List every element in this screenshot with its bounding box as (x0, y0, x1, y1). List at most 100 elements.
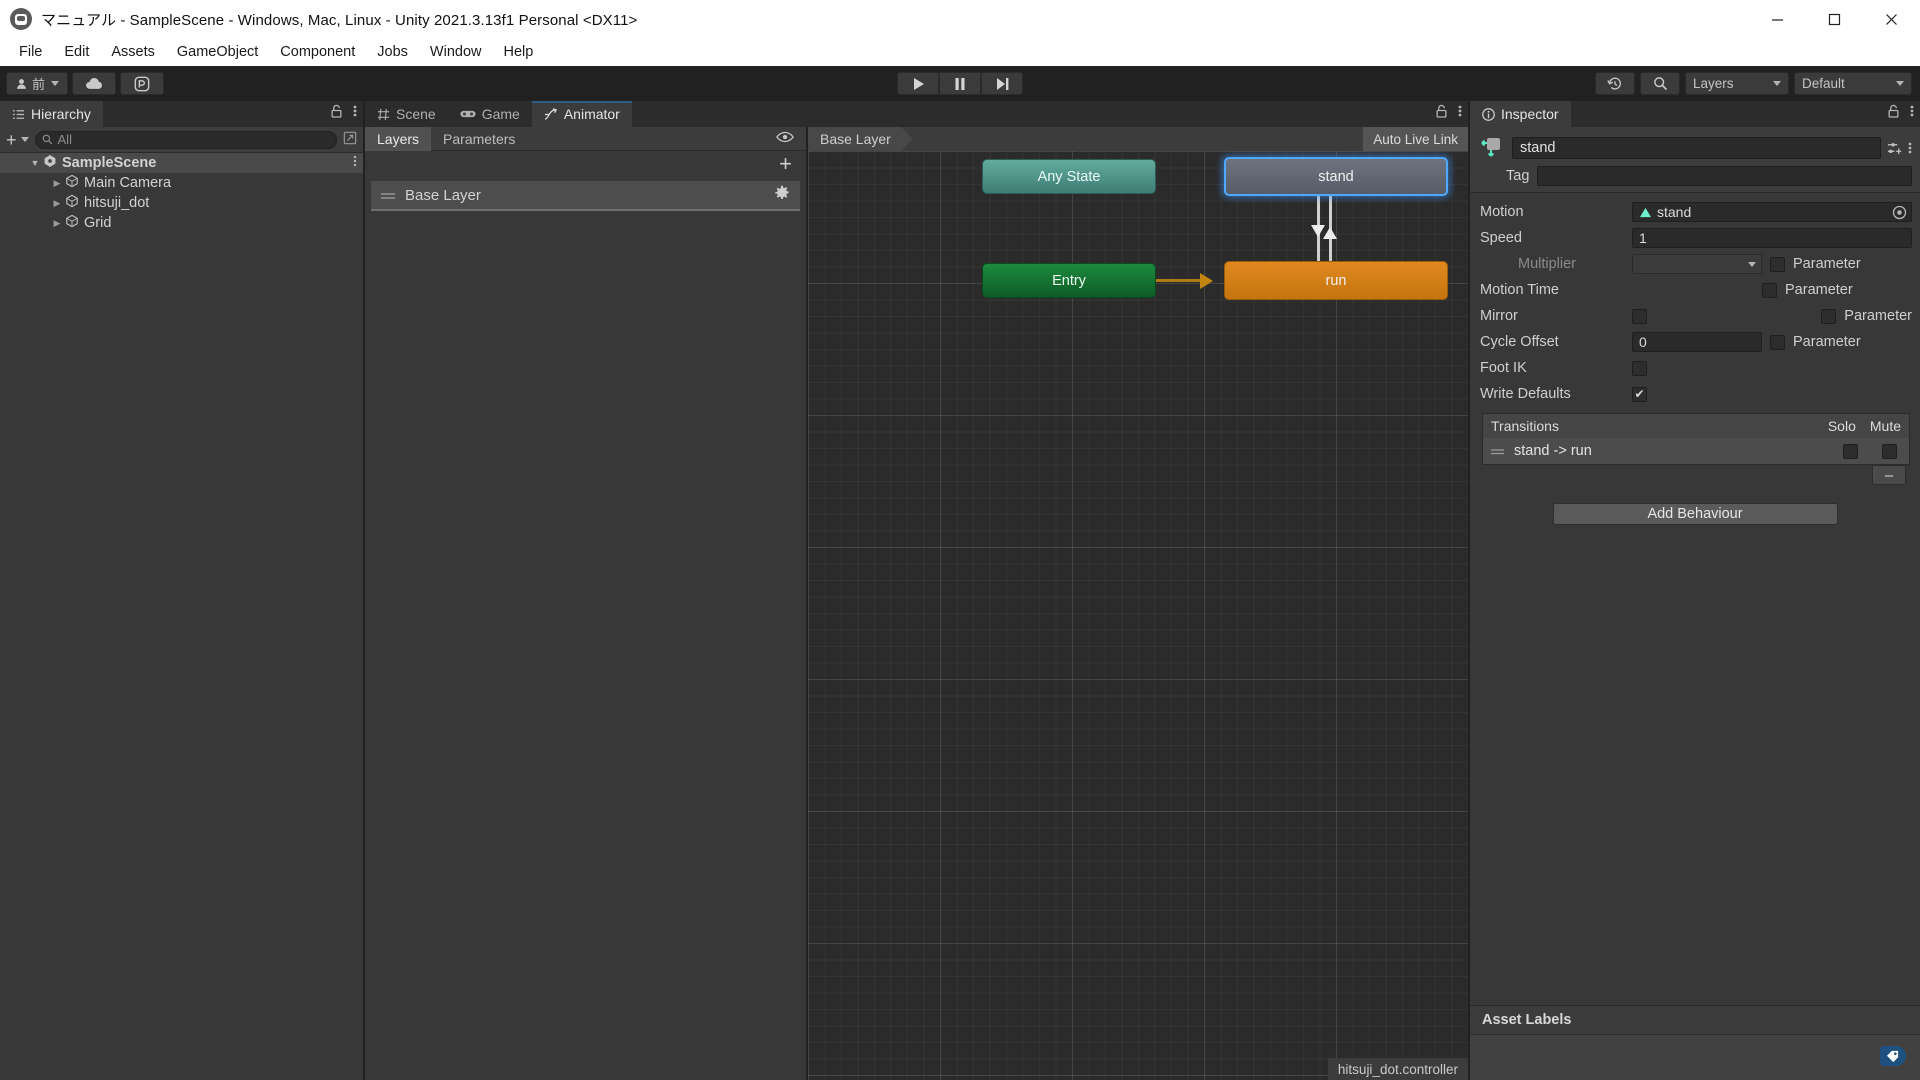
main-toolbar: 前 Layers Default (0, 66, 1920, 101)
inspector-name-value: stand (1520, 140, 1555, 156)
state-node-entry[interactable]: Entry (982, 263, 1156, 298)
eye-icon[interactable] (776, 130, 794, 147)
lock-open-icon[interactable] (330, 104, 343, 122)
undo-history-icon[interactable] (1595, 72, 1635, 95)
hierarchy-item-hitsuji-dot[interactable]: ▶ hitsuji_dot (0, 193, 363, 213)
transition-solo-checkbox[interactable] (1843, 444, 1858, 459)
animator-subtabs: Layers Parameters (365, 127, 806, 151)
plus-icon: + (6, 133, 17, 147)
chevron-right-icon[interactable]: ▶ (50, 178, 64, 189)
lock-open-icon[interactable] (1435, 104, 1448, 122)
animator-state-machine-canvas[interactable]: Any State Entry stand run (808, 151, 1468, 1080)
add-layer-button[interactable]: + (779, 156, 792, 172)
menu-component[interactable]: Component (269, 41, 366, 63)
transitions-header-row: Transitions Solo Mute (1483, 414, 1909, 438)
chevron-down-icon[interactable]: ▼ (28, 158, 42, 168)
animator-layers-pane: Layers Parameters + Base Layer (365, 127, 808, 1080)
hierarchy-add-button[interactable]: + (6, 133, 29, 147)
account-label: 前 (32, 74, 45, 93)
chevron-right-icon[interactable]: ▶ (50, 198, 64, 209)
state-node-run[interactable]: run (1224, 261, 1448, 300)
hierarchy-search-expand-icon[interactable] (343, 131, 357, 149)
motion-time-parameter-checkbox[interactable] (1762, 283, 1777, 298)
pause-button[interactable] (939, 72, 981, 95)
tag-icon[interactable] (1880, 1046, 1906, 1066)
preset-icon[interactable] (1887, 141, 1902, 156)
tab-animator[interactable]: Animator (532, 101, 632, 127)
account-button[interactable]: 前 (6, 72, 68, 95)
subtab-parameters[interactable]: Parameters (431, 127, 527, 151)
tab-inspector[interactable]: Inspector (1470, 101, 1571, 127)
subtab-layers[interactable]: Layers (365, 127, 431, 151)
gear-icon[interactable] (774, 185, 790, 205)
state-node-stand[interactable]: stand (1224, 157, 1448, 196)
asset-labels-body (1470, 1034, 1920, 1080)
menu-help[interactable]: Help (492, 41, 544, 63)
menu-jobs[interactable]: Jobs (366, 41, 419, 63)
transition-row-stand-to-run[interactable]: stand -> run (1483, 438, 1909, 464)
layers-dropdown[interactable]: Layers (1685, 72, 1789, 95)
menu-gameobject[interactable]: GameObject (166, 41, 269, 63)
inspector-tab-actions (1887, 104, 1914, 122)
play-button[interactable] (897, 72, 939, 95)
auto-live-link-button[interactable]: Auto Live Link (1363, 127, 1468, 151)
cloud-icon[interactable] (72, 72, 116, 95)
hierarchy-search-input[interactable]: All (35, 131, 337, 149)
multiplier-dropdown[interactable] (1632, 254, 1762, 274)
kebab-menu-icon[interactable] (1908, 141, 1912, 155)
tab-game[interactable]: Game (448, 101, 532, 127)
multiplier-parameter-checkbox[interactable] (1770, 257, 1785, 272)
chevron-down-icon (1773, 81, 1781, 86)
hierarchy-item-main-camera[interactable]: ▶ Main Camera (0, 173, 363, 193)
kebab-menu-icon[interactable] (1458, 104, 1462, 122)
tab-scene[interactable]: Scene (365, 101, 448, 127)
target-picker-icon[interactable] (1892, 205, 1907, 220)
window-title: マニュアル - SampleScene - Windows, Mac, Linu… (41, 9, 637, 30)
breadcrumb-base-layer[interactable]: Base Layer (808, 127, 901, 151)
mirror-checkbox[interactable] (1632, 309, 1647, 324)
animator-controller-name: hitsuji_dot.controller (1328, 1058, 1468, 1080)
cycle-offset-input[interactable]: 0 (1632, 332, 1762, 352)
animator-breadcrumb: Base Layer Auto Live Link (808, 127, 1468, 151)
close-icon[interactable] (1863, 0, 1920, 38)
motion-object-field[interactable]: stand (1632, 202, 1912, 222)
mirror-parameter-checkbox[interactable] (1821, 309, 1836, 324)
step-button[interactable] (981, 72, 1023, 95)
animator-layer-base[interactable]: Base Layer (371, 181, 800, 211)
chevron-right-icon[interactable]: ▶ (50, 218, 64, 229)
kebab-menu-icon[interactable] (353, 155, 357, 171)
menu-file[interactable]: File (8, 41, 53, 63)
speed-input[interactable]: 1 (1632, 228, 1912, 248)
lock-open-icon[interactable] (1887, 104, 1900, 122)
drag-handle-icon[interactable] (1491, 443, 1504, 459)
state-node-label: Entry (1052, 273, 1086, 289)
menu-edit[interactable]: Edit (53, 41, 100, 63)
drag-handle-icon[interactable] (381, 187, 395, 204)
transition-mute-checkbox[interactable] (1882, 444, 1897, 459)
write-defaults-checkbox[interactable] (1632, 387, 1647, 402)
menu-window[interactable]: Window (419, 41, 493, 63)
search-icon[interactable] (1640, 72, 1680, 95)
tag-input[interactable] (1537, 166, 1912, 186)
state-node-any-state[interactable]: Any State (982, 159, 1156, 194)
unity-logo-icon (10, 8, 32, 30)
maximize-icon[interactable] (1806, 0, 1863, 38)
inspector-name-input[interactable]: stand (1512, 137, 1881, 159)
gameobject-icon (65, 214, 79, 232)
hierarchy-item-grid[interactable]: ▶ Grid (0, 213, 363, 233)
hierarchy-item-samplescene[interactable]: ▼ SampleScene (0, 153, 363, 173)
layout-dropdown[interactable]: Default (1794, 72, 1912, 95)
inspector-tag-row: Tag (1478, 166, 1912, 186)
add-behaviour-button[interactable]: Add Behaviour (1553, 503, 1838, 525)
kebab-menu-icon[interactable] (353, 104, 357, 122)
menu-assets[interactable]: Assets (100, 41, 166, 63)
collab-icon[interactable] (120, 72, 164, 95)
tab-hierarchy-label: Hierarchy (31, 106, 91, 122)
tab-hierarchy[interactable]: Hierarchy (0, 101, 103, 127)
remove-transition-button[interactable]: – (1872, 465, 1906, 485)
minimize-icon[interactable] (1749, 0, 1806, 38)
kebab-menu-icon[interactable] (1910, 104, 1914, 122)
cycle-offset-parameter-checkbox[interactable] (1770, 335, 1785, 350)
animator-graph-pane[interactable]: Base Layer Auto Live Link Any State (808, 127, 1468, 1080)
foot-ik-checkbox[interactable] (1632, 361, 1647, 376)
